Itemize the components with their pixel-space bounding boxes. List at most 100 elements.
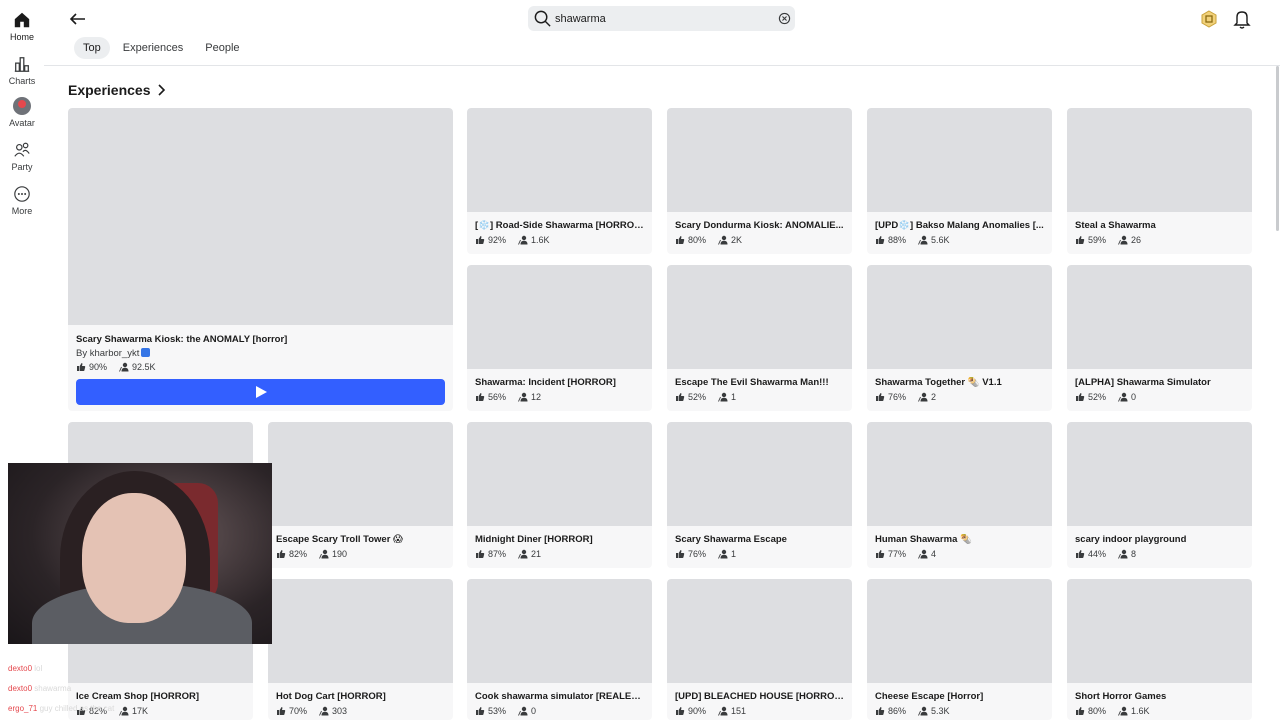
experience-rating: 92%: [488, 235, 507, 245]
experience-thumbnail: [867, 579, 1052, 683]
experience-players: 151: [731, 706, 747, 716]
tab-people[interactable]: People: [196, 37, 248, 59]
featured-experience-card[interactable]: Scary Shawarma Kiosk: the ANOMALY [horro…: [68, 108, 453, 411]
experience-thumbnail: [467, 579, 652, 683]
experience-card[interactable]: [❄️] Road-Side Shawarma [HORROR] 92% 1.6K: [467, 108, 652, 254]
experience-card[interactable]: Cheese Escape [Horror] 86% 5.3K: [867, 579, 1052, 720]
chevron-right-icon: [157, 84, 165, 96]
experience-thumbnail: [667, 108, 852, 212]
verified-badge-icon: [141, 348, 151, 357]
players-icon: [518, 235, 528, 245]
thumbs-up-icon: [1076, 550, 1085, 558]
experience-card[interactable]: Hot Dog Cart [HORROR] 70% 303: [268, 579, 453, 720]
experience-title: Escape Scary Troll Tower 😱: [276, 534, 403, 545]
chat-user: ergo_71: [8, 704, 38, 713]
tab-top[interactable]: Top: [74, 37, 110, 59]
experience-card[interactable]: [UPD❄️] Bakso Malang Anomalies [... 88% 5.…: [867, 108, 1052, 254]
thumbs-up-icon: [476, 393, 485, 401]
experience-players: 1.6K: [1131, 706, 1150, 716]
experience-stats: 53% 0: [475, 706, 536, 716]
experience-thumbnail: [467, 265, 652, 369]
robux-icon[interactable]: [1200, 10, 1218, 28]
thumbs-up-icon: [1076, 707, 1085, 715]
search-input[interactable]: [555, 9, 775, 28]
experience-card[interactable]: Steal a Shawarma 59% 26: [1067, 108, 1252, 254]
clear-search-icon[interactable]: [778, 12, 791, 25]
featured-players: 92.5K: [132, 362, 156, 372]
thumbs-up-icon: [1076, 393, 1085, 401]
players-icon: [918, 706, 928, 716]
experience-card[interactable]: Scary Shawarma Escape 76% 1: [667, 422, 852, 568]
page-scrollbar[interactable]: [1276, 66, 1279, 231]
experience-card[interactable]: Midnight Diner [HORROR] 87% 21: [467, 422, 652, 568]
experience-players: 1: [731, 392, 737, 402]
thumbs-up-icon: [876, 393, 885, 401]
experience-title: Scary Shawarma Escape: [675, 534, 787, 545]
experience-players: 5.3K: [931, 706, 950, 716]
players-icon: [518, 706, 528, 716]
experience-players: 5.6K: [931, 235, 950, 245]
experiences-section-link[interactable]: Experiences: [68, 82, 166, 98]
players-icon: [718, 706, 728, 716]
experience-players: 2K: [731, 235, 743, 245]
experience-title: [UPD❄️] Bakso Malang Anomalies [...: [875, 220, 1044, 231]
header-divider: [44, 65, 1280, 66]
experience-players: 21: [531, 549, 542, 559]
experience-card[interactable]: [UPD] BLEACHED HOUSE [HORROR] 90% 151: [667, 579, 852, 720]
experience-card[interactable]: Escape The Evil Shawarma Man!!! 52% 1: [667, 265, 852, 411]
featured-title: Scary Shawarma Kiosk: the ANOMALY [horro…: [76, 334, 288, 345]
players-icon: [1118, 549, 1128, 559]
experience-players: 26: [1131, 235, 1142, 245]
experience-card[interactable]: Scary Dondurma Kiosk: ANOMALIE... 80% 2K: [667, 108, 852, 254]
experience-title: Steal a Shawarma: [1075, 220, 1156, 231]
experience-title: Ice Cream Shop [HORROR]: [76, 691, 199, 702]
players-icon: [718, 549, 728, 559]
party-icon: [14, 142, 30, 157]
thumbs-up-icon: [876, 550, 885, 558]
experience-thumbnail: [667, 579, 852, 683]
experience-card[interactable]: Shawarma: Incident [HORROR] 56% 12: [467, 265, 652, 411]
experience-players: 0: [1131, 392, 1137, 402]
featured-rating: 90%: [89, 362, 108, 372]
nav-party[interactable]: Party: [0, 141, 44, 172]
experience-title: scary indoor playground: [1075, 534, 1187, 545]
notification-bell-icon[interactable]: [1233, 9, 1251, 29]
players-icon: [119, 362, 129, 372]
experience-stats: 59% 26: [1075, 235, 1141, 245]
nav-avatar[interactable]: Avatar: [0, 97, 44, 128]
experience-card[interactable]: Shawarma Together 🌯 V1.1 76% 2: [867, 265, 1052, 411]
featured-stats: 90% 92.5K: [76, 362, 156, 372]
experience-title: Hot Dog Cart [HORROR]: [276, 691, 386, 702]
experience-rating: 82%: [289, 549, 308, 559]
experience-stats: 80% 2K: [675, 235, 742, 245]
experience-card[interactable]: scary indoor playground 44% 8: [1067, 422, 1252, 568]
experience-thumbnail: [867, 265, 1052, 369]
experience-thumbnail: [667, 265, 852, 369]
experience-stats: 92% 1.6K: [475, 235, 550, 245]
experience-title: Midnight Diner [HORROR]: [475, 534, 593, 545]
avatar-icon: [13, 97, 31, 115]
experience-card[interactable]: Short Horror Games 80% 1.6K: [1067, 579, 1252, 720]
chat-text: shawarma: [34, 684, 72, 693]
experience-stats: 56% 12: [475, 392, 541, 402]
play-button[interactable]: [76, 379, 445, 405]
experience-card[interactable]: Human Shawarma 🌯 77% 4: [867, 422, 1052, 568]
experience-players: 1: [731, 549, 737, 559]
nav-charts[interactable]: Charts: [0, 55, 44, 86]
experience-card[interactable]: Escape Scary Troll Tower 😱 82% 190: [268, 422, 453, 568]
experience-stats: 52% 1: [675, 392, 736, 402]
experience-players: 12: [531, 392, 542, 402]
tab-experiences[interactable]: Experiences: [114, 37, 193, 59]
back-arrow-icon[interactable]: [67, 8, 89, 30]
experience-stats: 82% 190: [276, 549, 347, 559]
experience-card[interactable]: [ALPHA] Shawarma Simulator 52% 0: [1067, 265, 1252, 411]
nav-more[interactable]: More: [0, 185, 44, 216]
featured-creator[interactable]: By kharbor_ykt: [76, 348, 151, 359]
experience-rating: 86%: [888, 706, 907, 716]
search-icon: [534, 10, 551, 27]
experience-title: Human Shawarma 🌯: [875, 534, 972, 545]
chat-user: dexto0: [8, 684, 33, 693]
nav-home[interactable]: Home: [0, 11, 44, 42]
experience-card[interactable]: Cook shawarma simulator [REALESE] 53% 0: [467, 579, 652, 720]
nav-home-label: Home: [9, 32, 34, 42]
